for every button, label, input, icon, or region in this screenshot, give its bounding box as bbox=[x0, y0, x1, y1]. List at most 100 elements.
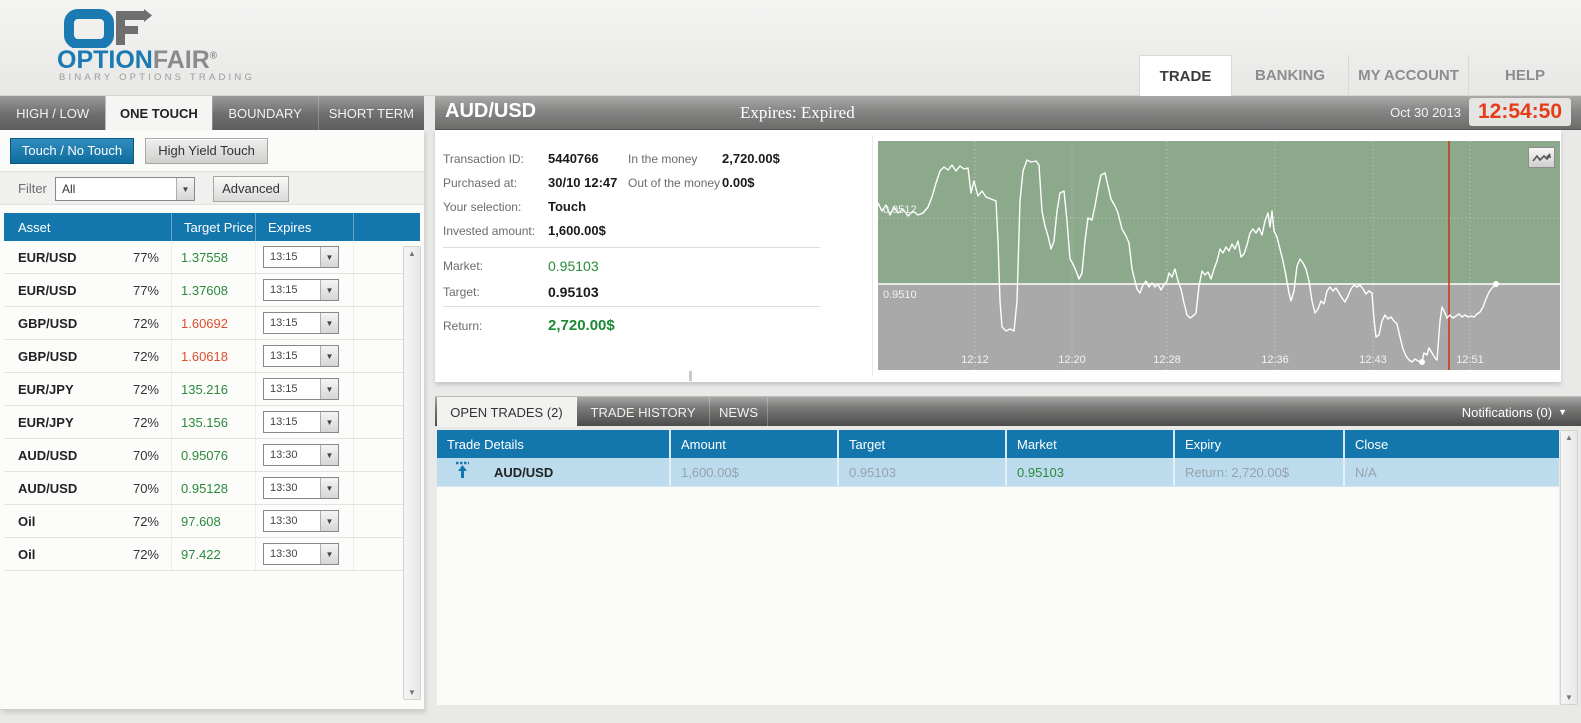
expiry-select[interactable]: 13:15▼ bbox=[263, 378, 339, 400]
chevron-down-icon[interactable]: ▼ bbox=[320, 511, 338, 531]
trade-type-tab-one-touch[interactable]: ONE TOUCH bbox=[105, 96, 211, 130]
expiry-select[interactable]: 13:15▼ bbox=[263, 246, 339, 268]
asset-name: EUR/USD bbox=[18, 283, 133, 298]
open-trade-row[interactable]: AUD/USD1,600.00$0.951030.95103Return: 2,… bbox=[437, 458, 1559, 487]
target-price: 1.37608 bbox=[171, 274, 255, 306]
chevron-down-icon[interactable]: ▼ bbox=[320, 544, 338, 564]
svg-text:0.9512: 0.9512 bbox=[883, 204, 917, 216]
asset-list-panel: Touch / No Touch High Yield Touch Filter… bbox=[0, 130, 424, 710]
asset-cell: Oil72% bbox=[4, 505, 171, 537]
asset-row-eur-jpy[interactable]: EUR/JPY72%135.15613:15▼ bbox=[4, 406, 420, 439]
scroll-down-icon[interactable]: ▼ bbox=[1561, 693, 1577, 702]
high-yield-touch-button[interactable]: High Yield Touch bbox=[145, 138, 268, 164]
expiry-select[interactable]: 13:30▼ bbox=[263, 510, 339, 532]
top-nav-trade[interactable]: TRADE bbox=[1139, 55, 1231, 96]
target-price: 0.95076 bbox=[171, 439, 255, 471]
trade-market: 0.95103 bbox=[1005, 458, 1173, 486]
column-header-amount: Amount bbox=[669, 430, 837, 458]
payout-percent: 77% bbox=[133, 250, 171, 265]
filter-select[interactable]: All ▼ bbox=[55, 177, 195, 201]
chevron-down-icon[interactable]: ▼ bbox=[320, 280, 338, 300]
expiry-select-value: 13:30 bbox=[264, 548, 320, 560]
chevron-down-icon: ▼ bbox=[1558, 407, 1567, 417]
trade-type-tab-short-term[interactable]: SHORT TERM bbox=[318, 96, 424, 130]
out-money-label: Out of the money bbox=[628, 176, 720, 190]
chart-type-button[interactable] bbox=[1528, 147, 1555, 168]
optionfair-trading-page: OPTIONFAIR® BINARY OPTIONS TRADING TRADE… bbox=[0, 0, 1581, 723]
asset-cell: EUR/USD77% bbox=[4, 274, 171, 306]
price-chart: 0.95120.951012:1212:2012:2812:3612:4312:… bbox=[878, 141, 1560, 370]
column-header-target: Target bbox=[837, 430, 1005, 458]
expiry-select[interactable]: 13:30▼ bbox=[263, 444, 339, 466]
bottom-tab-open-trades-2[interactable]: OPEN TRADES (2) bbox=[437, 397, 577, 427]
top-nav-banking[interactable]: BANKING bbox=[1231, 55, 1348, 96]
expiry-select-value: 13:15 bbox=[264, 317, 320, 329]
chevron-down-icon[interactable]: ▼ bbox=[320, 247, 338, 267]
scroll-up-icon[interactable]: ▲ bbox=[1561, 433, 1577, 442]
asset-row-oil[interactable]: Oil72%97.608 13:30▼ bbox=[4, 505, 420, 538]
notifications-toggle[interactable]: Notifications (0) ▼ bbox=[1462, 397, 1567, 427]
asset-row-eur-usd[interactable]: EUR/USD77%1.37608 13:15▼ bbox=[4, 274, 420, 307]
expiry-select[interactable]: 13:15▼ bbox=[263, 279, 339, 301]
selection-label: Your selection: bbox=[443, 200, 521, 214]
expiry-select[interactable]: 13:15▼ bbox=[263, 411, 339, 433]
expiry-select[interactable]: 13:30▼ bbox=[263, 543, 339, 565]
expiry-select[interactable]: 13:15▼ bbox=[263, 312, 339, 334]
payout-percent: 72% bbox=[133, 382, 171, 397]
chevron-down-icon[interactable]: ▼ bbox=[176, 178, 194, 200]
expiry-select[interactable]: 13:15▼ bbox=[263, 345, 339, 367]
target-price: 0.95128 bbox=[171, 472, 255, 504]
target-price: 1.37558 bbox=[171, 241, 255, 273]
chevron-down-icon[interactable]: ▼ bbox=[320, 478, 338, 498]
scroll-down-icon[interactable]: ▼ bbox=[404, 688, 420, 697]
trade-header-bar: AUD/USD Expires: Expired Oct 30 2013 12:… bbox=[435, 96, 1581, 130]
trade-close: N/A bbox=[1343, 458, 1559, 486]
open-trades-scrollbar[interactable]: ▲ ▼ bbox=[1560, 430, 1578, 705]
payout-percent: 72% bbox=[133, 514, 171, 529]
scroll-up-icon[interactable]: ▲ bbox=[404, 249, 420, 258]
target-price: 135.216 bbox=[171, 373, 255, 405]
asset-row-aud-usd[interactable]: AUD/USD70%0.9512813:30▼ bbox=[4, 472, 420, 505]
column-header-asset: Asset bbox=[4, 213, 171, 241]
asset-name: AUD/USD bbox=[18, 448, 133, 463]
bottom-tab-trade-history[interactable]: TRADE HISTORY bbox=[577, 397, 710, 427]
filter-row: Filter All ▼ Advanced bbox=[0, 171, 424, 205]
asset-row-eur-usd[interactable]: EUR/USD77%1.37558 13:15▼ bbox=[4, 241, 420, 274]
payout-percent: 72% bbox=[133, 415, 171, 430]
asset-row-aud-usd[interactable]: AUD/USD70%0.9507613:30▼ bbox=[4, 439, 420, 472]
asset-row-gbp-usd[interactable]: GBP/USD72%1.6069213:15▼ bbox=[4, 307, 420, 340]
payout-percent: 72% bbox=[133, 547, 171, 562]
chevron-down-icon[interactable]: ▼ bbox=[320, 445, 338, 465]
out-money-value: 0.00$ bbox=[722, 175, 755, 190]
chevron-down-icon[interactable]: ▼ bbox=[320, 313, 338, 333]
chevron-down-icon[interactable]: ▼ bbox=[320, 379, 338, 399]
asset-name: AUD/USD bbox=[18, 481, 133, 496]
chevron-down-icon[interactable]: ▼ bbox=[320, 412, 338, 432]
asset-row-gbp-usd[interactable]: GBP/USD72%1.6061813:15▼ bbox=[4, 340, 420, 373]
panel-resize-handle[interactable] bbox=[689, 371, 692, 381]
target-price: 97.608 bbox=[171, 505, 255, 537]
expires-cell: 13:15▼ bbox=[255, 406, 353, 438]
asset-row-oil[interactable]: Oil72%97.42213:30▼ bbox=[4, 538, 420, 571]
top-nav-my-account[interactable]: MY ACCOUNT bbox=[1348, 55, 1468, 96]
target-value: 0.95103 bbox=[548, 284, 599, 300]
current-date: Oct 30 2013 bbox=[1390, 105, 1461, 120]
trade-type-tab-high-low[interactable]: HIGH / LOW bbox=[0, 96, 105, 130]
top-nav-help[interactable]: HELP bbox=[1468, 55, 1581, 96]
transaction-id-label: Transaction ID: bbox=[443, 152, 524, 166]
asset-name: Oil bbox=[18, 547, 133, 562]
chevron-down-icon[interactable]: ▼ bbox=[320, 346, 338, 366]
invested-label: Invested amount: bbox=[443, 224, 535, 238]
asset-cell: EUR/USD77% bbox=[4, 241, 171, 273]
asset-row-eur-jpy[interactable]: EUR/JPY72%135.21613:15▼ bbox=[4, 373, 420, 406]
asset-list-scrollbar[interactable]: ▲ ▼ bbox=[403, 246, 421, 700]
divider bbox=[443, 306, 820, 307]
expiry-select[interactable]: 13:30▼ bbox=[263, 477, 339, 499]
bottom-tab-news[interactable]: NEWS bbox=[710, 397, 768, 427]
expires-cell: 13:30▼ bbox=[255, 538, 353, 570]
advanced-button[interactable]: Advanced bbox=[213, 176, 289, 202]
expiry-select-value: 13:15 bbox=[264, 350, 320, 362]
trade-type-tab-boundary[interactable]: BOUNDARY bbox=[212, 96, 318, 130]
filter-select-value: All bbox=[56, 182, 176, 196]
touch-no-touch-button[interactable]: Touch / No Touch bbox=[10, 138, 134, 164]
